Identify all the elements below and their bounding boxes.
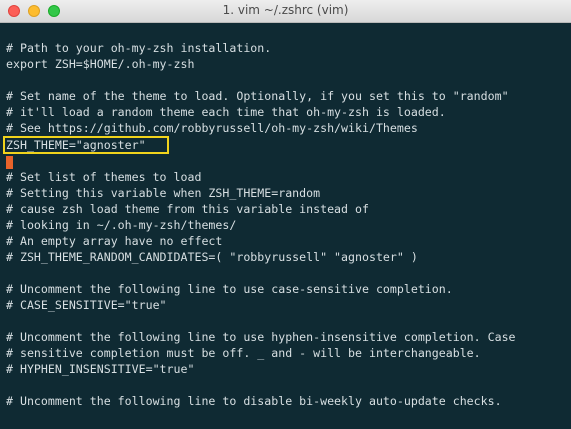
editor-line: # ZSH_THEME_RANDOM_CANDIDATES=( "robbyru… bbox=[6, 250, 418, 264]
editor-line: # Uncomment the following line to use hy… bbox=[6, 330, 516, 344]
editor-line: # looking in ~/.oh-my-zsh/themes/ bbox=[6, 218, 237, 232]
editor-line: # cause zsh load theme from this variabl… bbox=[6, 202, 369, 216]
editor-line: # Set list of themes to load bbox=[6, 170, 202, 184]
editor-line: # Path to your oh-my-zsh installation. bbox=[6, 41, 272, 55]
editor-line: # it'll load a random theme each time th… bbox=[6, 105, 446, 119]
text-cursor bbox=[6, 156, 13, 169]
editor-line: # HYPHEN_INSENSITIVE="true" bbox=[6, 362, 195, 376]
editor-line: # Uncomment the following line to disabl… bbox=[6, 394, 502, 408]
terminal-window: 1. vim ~/.zshrc (vim) # Path to your oh-… bbox=[0, 0, 571, 429]
editor-line: # sensitive completion must be off. _ an… bbox=[6, 346, 481, 360]
window-title: 1. vim ~/.zshrc (vim) bbox=[222, 3, 349, 17]
vim-editor[interactable]: # Path to your oh-my-zsh installation. e… bbox=[0, 23, 571, 429]
highlight-box bbox=[3, 136, 169, 154]
editor-line: # CASE_SENSITIVE="true" bbox=[6, 298, 167, 312]
editor-line: # Setting this variable when ZSH_THEME=r… bbox=[6, 186, 321, 200]
editor-line: export ZSH=$HOME/.oh-my-zsh bbox=[6, 57, 195, 71]
editor-line: # See https://github.com/robbyrussell/oh… bbox=[6, 121, 418, 135]
editor-line: # An empty array have no effect bbox=[6, 234, 223, 248]
editor-line: # Uncomment the following line to use ca… bbox=[6, 282, 453, 296]
editor-line: # Set name of the theme to load. Optiona… bbox=[6, 89, 509, 103]
title-bar[interactable]: 1. vim ~/.zshrc (vim) bbox=[0, 0, 571, 23]
